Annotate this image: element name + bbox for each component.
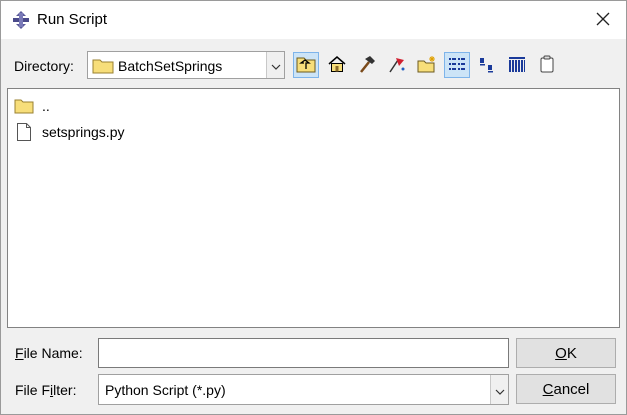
detail-grid-icon	[507, 55, 527, 76]
file-list[interactable]: .. setsprings.py	[7, 88, 620, 328]
clipboard-icon	[537, 55, 557, 76]
bookmark-icon	[387, 55, 407, 76]
file-filter-select[interactable]: Python Script (*.py)	[98, 374, 509, 405]
file-name: ..	[42, 98, 50, 114]
list-item-parent-folder[interactable]: ..	[14, 95, 50, 117]
close-icon	[596, 12, 610, 29]
home-icon	[327, 55, 347, 76]
chevron-down-icon	[271, 57, 281, 73]
home-button[interactable]	[324, 52, 350, 78]
up-folder-icon	[296, 55, 316, 76]
title-bar: Run Script	[1, 1, 626, 39]
file-filter-value: Python Script (*.py)	[105, 382, 226, 398]
list-item-setsprings[interactable]: setsprings.py	[14, 121, 124, 143]
ok-button[interactable]: OK	[516, 338, 616, 368]
hammer-icon	[357, 55, 377, 76]
clipboard-button[interactable]	[534, 52, 560, 78]
detail-grid-button[interactable]	[504, 52, 530, 78]
new-folder-button[interactable]	[414, 52, 440, 78]
build-button[interactable]	[354, 52, 380, 78]
details-view-icon	[477, 55, 497, 76]
app-icon	[11, 10, 31, 30]
folder-icon	[14, 98, 34, 114]
new-folder-icon	[417, 55, 437, 76]
run-script-dialog: Run Script Directory: BatchSetSprings ..…	[0, 0, 627, 415]
cancel-button[interactable]: Cancel	[516, 374, 616, 404]
directory-label: Directory:	[14, 58, 74, 74]
chevron-down-icon	[495, 382, 505, 398]
up-folder-button[interactable]	[293, 52, 319, 78]
list-view-button[interactable]	[444, 52, 470, 78]
file-name: setsprings.py	[42, 124, 125, 140]
directory-value: BatchSetSprings	[118, 58, 223, 74]
close-button[interactable]	[580, 1, 626, 39]
file-filter-dropdown-button[interactable]	[490, 375, 508, 404]
file-icon	[14, 122, 34, 142]
list-view-icon	[447, 55, 467, 76]
file-filter-label: File Filter:	[15, 382, 77, 398]
directory-combo[interactable]: BatchSetSprings	[87, 51, 285, 79]
bookmark-button[interactable]	[384, 52, 410, 78]
details-view-button[interactable]	[474, 52, 500, 78]
file-name-input[interactable]	[98, 338, 509, 368]
window-title: Run Script	[37, 11, 108, 28]
folder-icon	[92, 57, 114, 77]
directory-dropdown-button[interactable]	[266, 52, 284, 78]
file-name-label: File Name:	[15, 345, 83, 361]
